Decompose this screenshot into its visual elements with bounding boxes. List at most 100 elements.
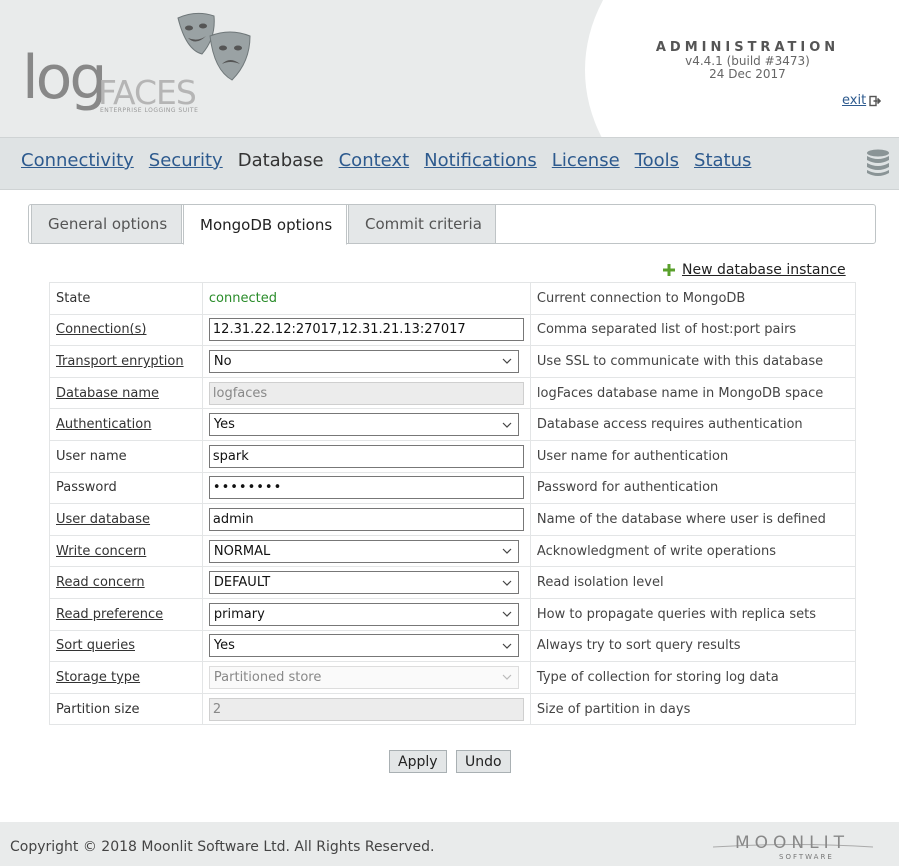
nav-item-security[interactable]: Security — [149, 150, 223, 171]
table-row: Password Password for authentication — [49, 471, 857, 505]
database-name-label[interactable]: Database name — [56, 386, 159, 401]
tab-general-options[interactable]: General options — [31, 204, 182, 244]
tab-commit-criteria[interactable]: Commit criteria — [348, 204, 496, 244]
exit-label[interactable]: exit — [842, 93, 866, 108]
user-database-label[interactable]: User database — [56, 512, 150, 527]
connections-description: Comma separated list of host:port pairs — [536, 322, 797, 338]
nav-item-database[interactable]: Database — [238, 150, 324, 171]
user-name-description: User name for authentication — [536, 448, 729, 464]
table-row: Database name logFaces database name in … — [49, 376, 857, 410]
transport-encryption-value[interactable]: No — [214, 354, 232, 369]
plus-icon[interactable] — [663, 264, 675, 276]
state-description: Current connection to MongoDB — [536, 290, 746, 306]
write-concern-value[interactable]: NORMAL — [214, 544, 270, 559]
read-concern-description: Read isolation level — [536, 575, 664, 591]
connections-input[interactable] — [208, 318, 524, 342]
undo-button[interactable]: Undo — [456, 750, 511, 773]
sort-queries-description: Always try to sort query results — [536, 638, 741, 654]
write-concern-label[interactable]: Write concern — [56, 544, 146, 559]
transport-encryption-label[interactable]: Transport enryption — [56, 354, 184, 369]
chevron-down-icon[interactable] — [502, 422, 512, 428]
table-row: User database Name of the database where… — [49, 503, 857, 536]
copyright-text: Copyright © 2018 Moonlit Software Ltd. A… — [10, 839, 435, 855]
chevron-down-icon[interactable] — [502, 358, 512, 365]
undo-button-label[interactable]: Undo — [465, 754, 502, 770]
chevron-down-icon[interactable] — [502, 643, 512, 649]
table-row: Storage type Partitioned store Type of c… — [49, 661, 857, 694]
moonlit-brand: MOONLIT — [735, 833, 850, 853]
sort-queries-select[interactable]: Yes — [208, 634, 519, 658]
nav-item-tools[interactable]: Tools — [635, 150, 679, 171]
chevron-down-icon[interactable] — [502, 611, 512, 618]
partition-size-input — [208, 697, 524, 721]
new-database-instance-label[interactable]: New database instance — [682, 262, 846, 278]
authentication-select[interactable]: Yes — [208, 413, 519, 437]
read-concern-value[interactable]: DEFAULT — [214, 575, 270, 590]
nav-item-license[interactable]: License — [552, 150, 620, 171]
partition-size-description: Size of partition in days — [536, 701, 691, 717]
exit-link[interactable]: exit — [842, 93, 882, 108]
nav-items: Connectivity Security Database Context N… — [21, 150, 751, 171]
read-preference-select[interactable]: primary — [208, 602, 519, 626]
admin-title: ADMINISTRATION — [655, 40, 840, 55]
logo-text-log: log — [22, 43, 107, 113]
moonlit-logo: MOONLIT SOFTWARE — [713, 833, 873, 863]
storage-type-label[interactable]: Storage type — [56, 670, 140, 685]
user-name-input[interactable] — [208, 444, 524, 468]
write-concern-description: Acknowledgment of write operations — [536, 543, 776, 559]
apply-button-label[interactable]: Apply — [398, 754, 438, 770]
nav-item-status[interactable]: Status — [694, 150, 751, 171]
apply-button[interactable]: Apply — [389, 750, 447, 773]
tab-mongodb-options[interactable]: MongoDB options — [183, 204, 347, 245]
table-row: Read concern DEFAULT Read isolation leve… — [49, 566, 857, 599]
read-concern-select[interactable]: DEFAULT — [208, 571, 519, 595]
authentication-label[interactable]: Authentication — [56, 417, 151, 432]
authentication-value[interactable]: Yes — [214, 417, 235, 432]
nav-item-context[interactable]: Context — [339, 150, 410, 171]
footer: Copyright © 2018 Moonlit Software Ltd. A… — [0, 822, 899, 866]
table-row: Transport enryption No Use SSL to commun… — [49, 345, 857, 378]
table-row: State connected Current connection to Mo… — [49, 282, 857, 315]
partition-size-label: Partition size — [56, 701, 140, 717]
table-row: Write concern NORMAL Acknowledgment of w… — [49, 534, 857, 568]
password-label: Password — [56, 480, 117, 496]
nav-item-notifications[interactable]: Notifications — [424, 150, 537, 171]
main-nav: Connectivity Security Database Context N… — [0, 137, 899, 190]
write-concern-select[interactable]: NORMAL — [208, 539, 519, 563]
logo-tagline: ENTERPRISE LOGGING SUITE — [100, 107, 199, 114]
table-row: Sort queries Yes Always try to sort quer… — [49, 629, 857, 663]
sort-queries-label[interactable]: Sort queries — [56, 638, 135, 653]
transport-encryption-description: Use SSL to communicate with this databas… — [536, 353, 824, 369]
chevron-down-icon[interactable] — [502, 580, 512, 586]
logfaces-logo: log FACES ENTERPRISE LOGGING SUITE — [22, 12, 262, 124]
read-preference-label[interactable]: Read preference — [56, 607, 163, 622]
read-preference-description: How to propagate queries with replica se… — [536, 606, 816, 622]
mongodb-options-table: State connected Current connection to Mo… — [49, 282, 857, 726]
password-input[interactable] — [208, 476, 524, 500]
sort-queries-value[interactable]: Yes — [214, 638, 235, 653]
tab-mongodb-options-label[interactable]: MongoDB options — [200, 216, 332, 234]
database-name-description: logFaces database name in MongoDB space — [536, 385, 824, 401]
storage-type-value: Partitioned store — [213, 669, 322, 685]
table-row: User name User name for authentication — [49, 439, 857, 473]
read-concern-label[interactable]: Read concern — [56, 575, 145, 590]
authentication-description: Database access requires authentication — [536, 417, 803, 433]
storage-type-description: Type of collection for storing log data — [536, 669, 779, 685]
table-row: Connection(s) Comma separated list of ho… — [49, 313, 857, 347]
admin-info: ADMINISTRATION v4.4.1 (build #3473) 24 D… — [620, 40, 875, 81]
table-row: Authentication Yes Database access requi… — [49, 408, 857, 441]
nav-item-connectivity[interactable]: Connectivity — [21, 150, 134, 171]
transport-encryption-select[interactable]: No — [208, 349, 519, 373]
table-row: Partition size Size of partition in days — [49, 692, 857, 726]
chevron-down-icon[interactable] — [502, 548, 512, 554]
user-name-label: User name — [56, 448, 127, 464]
connections-label[interactable]: Connection(s) — [56, 322, 146, 337]
user-database-input[interactable] — [208, 507, 524, 531]
chevron-down-icon — [502, 674, 512, 681]
state-label: State — [56, 290, 91, 306]
tab-general-options-label[interactable]: General options — [48, 215, 167, 233]
new-database-instance-link[interactable]: New database instance — [663, 262, 846, 278]
exit-icon[interactable] — [869, 95, 882, 107]
tab-commit-criteria-label[interactable]: Commit criteria — [365, 215, 482, 233]
read-preference-value[interactable]: primary — [214, 607, 265, 622]
